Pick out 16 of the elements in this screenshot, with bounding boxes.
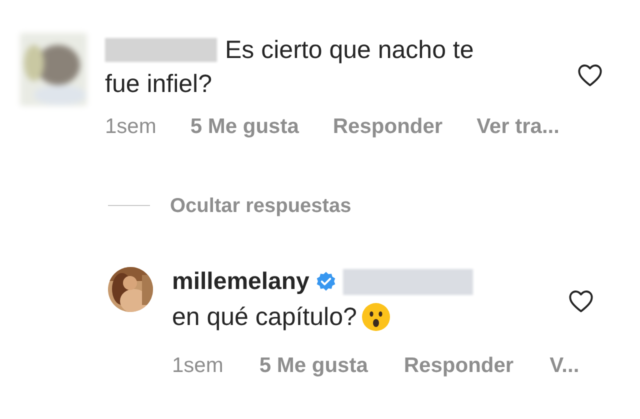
heart-icon[interactable] [577,63,603,87]
comment-time: 1sem [172,353,224,379]
comment-text-line: fue infiel? [105,70,212,98]
comment-time: 1sem [105,114,156,140]
heart-icon[interactable] [568,288,594,312]
likes-count[interactable]: 5 Me gusta [190,111,299,142]
translate-link[interactable]: V... [550,350,580,382]
username[interactable]: millemelany [172,264,310,300]
astonished-emoji-icon [360,302,391,332]
comment-text-line: Es cierto que nacho te [225,35,474,66]
reply-text: en qué capítulo? [172,302,357,332]
reply-link[interactable]: Responder [404,350,514,382]
reply-link[interactable]: Responder [332,111,443,142]
likes-count[interactable]: 5 Me gusta [259,350,368,382]
hide-replies-toggle[interactable]: Ocultar respuestas [170,190,352,220]
translate-link[interactable]: Ver tra... [476,111,560,142]
